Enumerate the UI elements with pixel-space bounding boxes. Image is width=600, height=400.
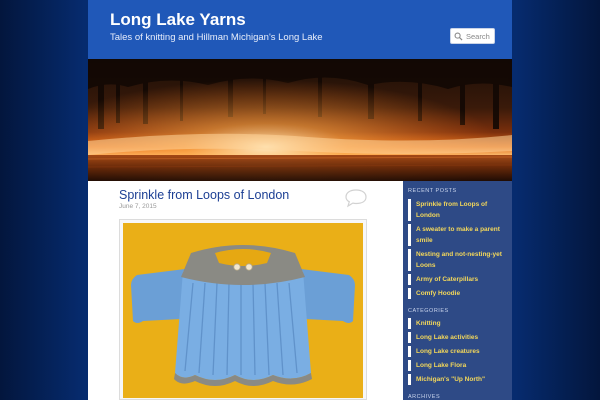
main-content: Sprinkle from Loops of London June 7, 20…	[88, 181, 403, 400]
header-banner-image	[88, 59, 512, 181]
knitted-sweater-image[interactable]	[123, 223, 363, 398]
category-link[interactable]: Long Lake creatures	[408, 346, 508, 357]
recent-posts-heading: RECENT POSTS	[408, 188, 457, 194]
misty-lake-sunrise-image	[88, 59, 512, 181]
category-link[interactable]: Long Lake activities	[408, 332, 508, 343]
comment-bubble-icon[interactable]	[344, 188, 368, 208]
search-box[interactable]	[450, 28, 496, 44]
site-header: Long Lake Yarns Tales of knitting and Hi…	[88, 0, 512, 59]
recent-post-link[interactable]: Comfy Hoodie	[408, 288, 508, 299]
categories-heading: CATEGORIES	[408, 308, 449, 314]
recent-post-link[interactable]: Army of Caterpillars	[408, 274, 508, 285]
post-image-frame	[119, 219, 367, 400]
recent-post-link[interactable]: Nesting and not-nesting-yet Loons	[408, 249, 508, 271]
categories-list: Knitting Long Lake activities Long Lake …	[408, 318, 508, 388]
post-date[interactable]: June 7, 2015	[119, 203, 157, 210]
site-title[interactable]: Long Lake Yarns	[110, 10, 246, 30]
site-description: Tales of knitting and Hillman Michigan's…	[110, 32, 323, 43]
recent-posts-list: Sprinkle from Loops of London A sweater …	[408, 199, 508, 302]
recent-post-link[interactable]: Sprinkle from Loops of London	[408, 199, 508, 221]
search-input[interactable]	[466, 31, 496, 41]
recent-post-link[interactable]: A sweater to make a parent smile	[408, 224, 508, 246]
category-link[interactable]: Michigan's "Up North"	[408, 374, 508, 385]
category-link[interactable]: Knitting	[408, 318, 508, 329]
category-link[interactable]: Long Lake Flora	[408, 360, 508, 371]
sidebar: RECENT POSTS Sprinkle from Loops of Lond…	[403, 181, 512, 400]
post-title[interactable]: Sprinkle from Loops of London	[119, 188, 289, 202]
search-icon	[454, 32, 463, 41]
site-container: Long Lake Yarns Tales of knitting and Hi…	[88, 0, 512, 400]
archives-heading: ARCHIVES	[408, 394, 441, 400]
